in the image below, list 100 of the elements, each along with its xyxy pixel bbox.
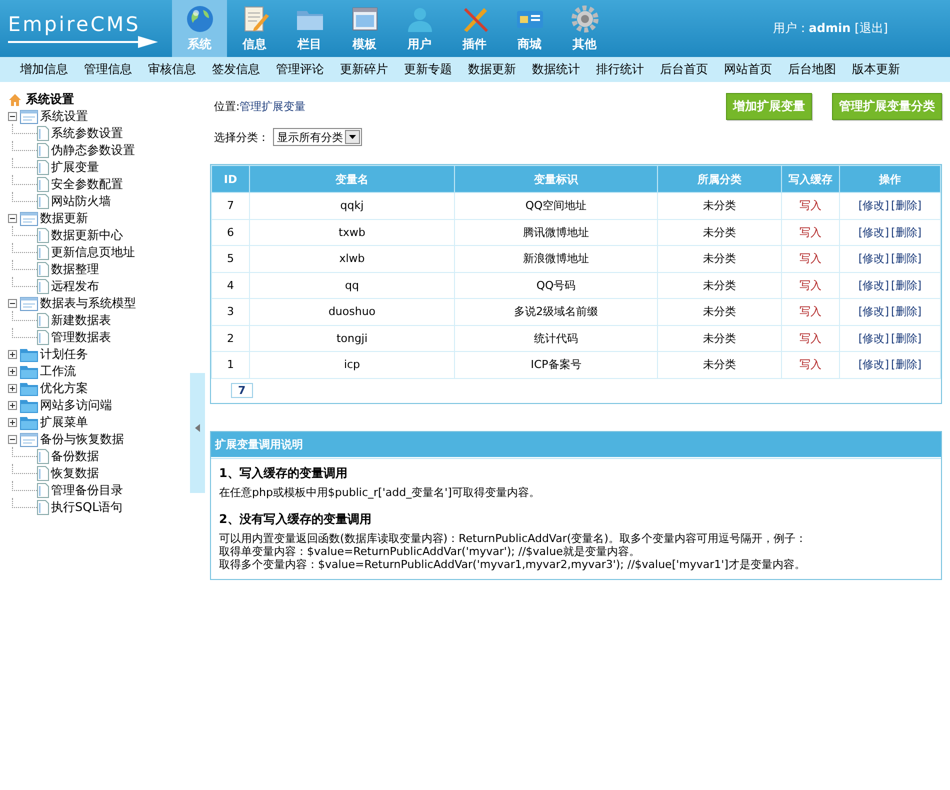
expand-icon[interactable] xyxy=(8,367,17,376)
tree-item[interactable]: 新建数据表 xyxy=(51,312,111,329)
tree-item[interactable]: 备份数据 xyxy=(51,448,99,465)
table-cell: 未分类 xyxy=(658,219,782,246)
tree-item[interactable]: 网站防火墙 xyxy=(51,193,111,210)
delete-link[interactable]: [删除] xyxy=(891,358,922,372)
delete-link[interactable]: [删除] xyxy=(891,199,922,212)
nav-tab[interactable]: 模板 xyxy=(337,0,392,57)
tree-group[interactable]: 数据更新 xyxy=(40,210,88,227)
tree-group[interactable]: 计划任务 xyxy=(40,346,88,363)
write-link[interactable]: 写入 xyxy=(800,305,822,318)
delete-link[interactable]: [删除] xyxy=(891,332,922,345)
expand-icon[interactable] xyxy=(8,401,17,410)
menu-item[interactable]: 增加信息 xyxy=(12,61,76,78)
menu-item[interactable]: 管理评论 xyxy=(268,61,332,78)
table-cell: QQ空间地址 xyxy=(454,192,658,219)
tree-root[interactable]: 系统设置 xyxy=(26,91,74,108)
write-link[interactable]: 写入 xyxy=(800,252,822,266)
collapse-arrow-icon[interactable] xyxy=(195,424,200,432)
nav-tab[interactable]: 商城 xyxy=(502,0,557,57)
page-number[interactable]: 7 xyxy=(231,383,253,398)
section-heading: 2、没有写入缓存的变量调用 xyxy=(219,510,372,528)
edit-link[interactable]: [修改] xyxy=(858,226,889,239)
menu-item[interactable]: 排行统计 xyxy=(588,61,652,78)
write-link[interactable]: 写入 xyxy=(800,226,822,239)
menu-item[interactable]: 签发信息 xyxy=(204,61,268,78)
menu-item[interactable]: 后台地图 xyxy=(780,61,844,78)
tree-item[interactable]: 伪静态参数设置 xyxy=(51,142,135,159)
write-link[interactable]: 写入 xyxy=(800,332,822,345)
nav-tab[interactable]: 其他 xyxy=(557,0,612,57)
collapse-icon[interactable] xyxy=(8,435,17,444)
expand-icon[interactable] xyxy=(8,350,17,359)
menu-item[interactable]: 管理信息 xyxy=(76,61,140,78)
delete-link[interactable]: [删除] xyxy=(891,305,922,318)
tree-group[interactable]: 备份与恢复数据 xyxy=(40,431,124,448)
section-heading: 1、写入缓存的变量调用 xyxy=(219,464,348,482)
menu-item[interactable]: 后台首页 xyxy=(652,61,716,78)
tree-item[interactable]: 安全参数配置 xyxy=(51,176,123,193)
folder-icon xyxy=(20,416,38,430)
edit-link[interactable]: [修改] xyxy=(858,199,889,212)
edit-link[interactable]: [修改] xyxy=(858,332,889,345)
tree-item[interactable]: 数据更新中心 xyxy=(51,227,123,244)
menu-item[interactable]: 更新专题 xyxy=(396,61,460,78)
table-cell: 新浪微博地址 xyxy=(454,246,658,272)
tree-item[interactable]: 执行SQL语句 xyxy=(51,499,123,516)
tree-item[interactable]: 管理数据表 xyxy=(51,329,111,346)
expand-icon[interactable] xyxy=(8,384,17,393)
tree-item[interactable]: 扩展变量 xyxy=(51,159,99,176)
tree-group[interactable]: 工作流 xyxy=(40,363,76,380)
menu-item[interactable]: 数据更新 xyxy=(460,61,524,78)
tree-group[interactable]: 系统设置 xyxy=(40,108,88,125)
menu-item[interactable]: 审核信息 xyxy=(140,61,204,78)
location-link[interactable]: 管理扩展变量 xyxy=(240,100,306,113)
home-icon xyxy=(8,92,22,106)
delete-link[interactable]: [删除] xyxy=(891,278,922,292)
tree-item[interactable]: 远程发布 xyxy=(51,278,99,295)
tree-group[interactable]: 网站多访问端 xyxy=(40,397,112,414)
page-icon xyxy=(37,262,49,277)
collapse-icon[interactable] xyxy=(8,299,17,308)
page-icon xyxy=(37,160,49,175)
nav-tab[interactable]: 栏目 xyxy=(282,0,337,57)
tree-item[interactable]: 恢复数据 xyxy=(51,465,99,482)
menu-item[interactable]: 数据统计 xyxy=(524,61,588,78)
window-icon xyxy=(20,212,38,226)
nav-tab[interactable]: 信息 xyxy=(227,0,282,57)
write-link[interactable]: 写入 xyxy=(800,358,822,372)
edit-link[interactable]: [修改] xyxy=(858,252,889,266)
tree-group[interactable]: 优化方案 xyxy=(40,380,88,397)
table-cell: duoshuo xyxy=(250,298,454,325)
tree-item[interactable]: 系统参数设置 xyxy=(51,125,123,142)
page-icon xyxy=(37,177,49,192)
expand-icon[interactable] xyxy=(8,418,17,427)
table-cell: 4 xyxy=(212,272,250,298)
delete-link[interactable]: [删除] xyxy=(891,252,922,266)
write-link[interactable]: 写入 xyxy=(800,199,822,212)
menu-item[interactable]: 更新碎片 xyxy=(332,61,396,78)
page-icon xyxy=(37,228,49,243)
edit-link[interactable]: [修改] xyxy=(858,358,889,372)
table-cell: 1 xyxy=(212,352,250,378)
tree-item[interactable]: 管理备份目录 xyxy=(51,482,123,499)
tree-group[interactable]: 扩展菜单 xyxy=(40,414,88,431)
window-icon xyxy=(20,296,38,310)
table-cell: tongji xyxy=(250,325,454,352)
collapse-icon[interactable] xyxy=(8,112,17,121)
table-cell: 5 xyxy=(212,246,250,272)
collapse-icon[interactable] xyxy=(8,214,17,223)
category-select[interactable]: 显示所有分类 xyxy=(273,128,362,146)
write-link[interactable]: 写入 xyxy=(800,278,822,292)
menu-item[interactable]: 版本更新 xyxy=(844,61,908,78)
edit-link[interactable]: [修改] xyxy=(858,305,889,318)
tree-item[interactable]: 更新信息页地址 xyxy=(51,244,135,261)
settings-icon xyxy=(570,4,600,34)
nav-tab[interactable]: 插件 xyxy=(447,0,502,57)
edit-link[interactable]: [修改] xyxy=(858,278,889,292)
menu-item[interactable]: 网站首页 xyxy=(716,61,780,78)
tree-group[interactable]: 数据表与系统模型 xyxy=(40,295,136,312)
delete-link[interactable]: [删除] xyxy=(891,226,922,239)
location-label: 位置: xyxy=(214,100,240,113)
tree-item[interactable]: 数据整理 xyxy=(51,261,99,278)
nav-tab[interactable]: 用户 xyxy=(392,0,447,57)
